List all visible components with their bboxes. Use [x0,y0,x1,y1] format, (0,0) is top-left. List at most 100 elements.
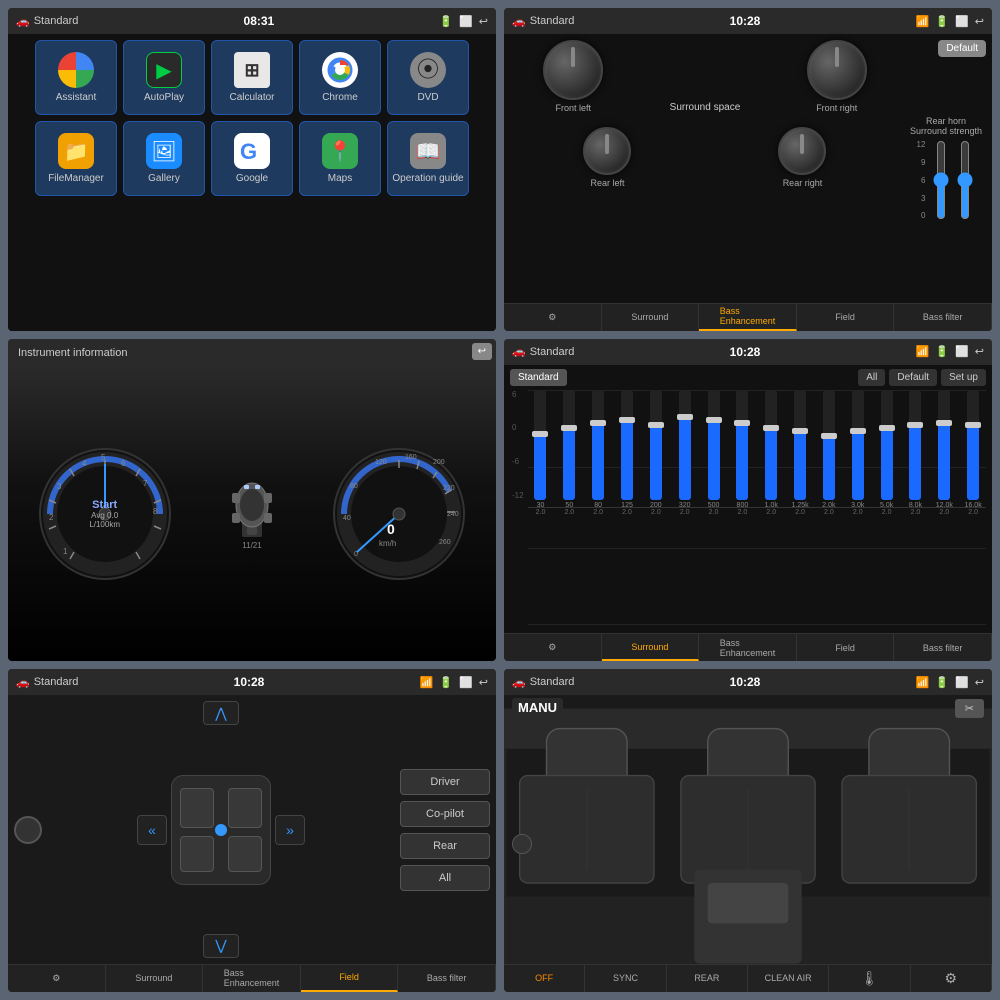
manu-rear-btn[interactable]: REAR [667,965,748,992]
tab-field-settings[interactable]: ⚙ [8,965,106,992]
tab-bass-enhancement[interactable]: BassEnhancement [699,304,797,331]
app-google[interactable]: G Google [211,121,293,196]
nav-up-button[interactable]: ⋀ [203,701,239,725]
battery-icon: 🔋 [439,15,453,28]
svg-text:40: 40 [343,515,351,522]
eq-all-btn[interactable]: All [858,369,885,386]
tab-eq-bass[interactable]: BassEnhancement [699,634,797,661]
eq-col-16k: 16.0k 2.0 [960,390,986,626]
tab-eq-settings[interactable]: ⚙ [504,634,602,661]
slider-1-input[interactable] [931,140,951,220]
panel-surround: 🚗 Standard 10:28 📶 🔋 ⬜ ↩ Default Front l… [504,8,992,331]
topbar-appgrid: 🚗 Standard 08:31 🔋 ⬜ ↩ [8,8,496,34]
gauge-tacho: 1 2 3 4 5 6 7 8 Start Avg 0.0 L/100km [35,444,175,584]
tab-field[interactable]: Field [797,304,895,331]
knob-rr[interactable] [778,127,826,175]
app-guide[interactable]: 📖 Operation guide [387,121,469,196]
eq-handle-12k[interactable] [936,420,952,426]
eq-handle-500[interactable] [706,417,722,423]
car-silhouette-area: 11/21 [212,477,292,550]
tab-eq-bassfilter[interactable]: Bass filter [894,634,992,661]
eq-handle-1k[interactable] [763,425,779,431]
app-assistant[interactable]: Assistant [35,40,117,115]
eq-handle-800[interactable] [734,420,750,426]
tab-surround-1[interactable]: ⚙ [504,304,602,331]
nav-left-button[interactable]: « [137,815,167,845]
instrument-title: Instrument information [18,347,127,359]
eq-handle-200[interactable] [648,422,664,428]
nav-down-button[interactable]: ⋁ [203,934,239,958]
app-autoplay[interactable]: ▶ AutoPlay [123,40,205,115]
svg-text:7: 7 [143,479,148,488]
eq-col-30: 30 2.0 [528,390,554,626]
manu-sync-btn[interactable]: SYNC [585,965,666,992]
eq-col-320: 320 2.0 [672,390,698,626]
default-button[interactable]: Default [938,40,986,57]
eq-right-buttons: All Default Set up [858,369,986,386]
eq-default-btn[interactable]: Default [889,369,937,386]
seat-copilot-btn[interactable]: Co-pilot [400,801,490,827]
manu-clean-air-btn[interactable]: CLEAN AIR [748,965,829,992]
nav-right-button[interactable]: » [275,815,305,845]
knob-rl[interactable] [583,127,631,175]
eq-handle-50[interactable] [561,425,577,431]
eq-handle-80[interactable] [590,420,606,426]
eq-handle-16k[interactable] [965,422,981,428]
manu-scissors-btn[interactable]: ✂ [955,699,984,718]
eq-handle-30[interactable] [532,431,548,437]
preset-standard-btn[interactable]: Standard [510,369,567,386]
eq-setup-btn[interactable]: Set up [941,369,986,386]
manu-temp-btn[interactable]: 🌡 [829,965,910,992]
eq-fill-5k [881,428,893,500]
tab-eq-surround[interactable]: Surround [602,634,700,661]
seat-driver-btn[interactable]: Driver [400,769,490,795]
app-dvd[interactable]: ⦿ DVD [387,40,469,115]
app-filemanager[interactable]: 📁 FileManager [35,121,117,196]
instrument-date: 11/21 [242,541,261,550]
eq-handle-2k[interactable] [821,433,837,439]
topbar-time-eq: 10:28 [730,345,761,359]
eq-handle-320[interactable] [677,414,693,420]
eq-handle-8k[interactable] [907,422,923,428]
eq-fill-125 [621,420,633,499]
app-assistant-icon [58,52,94,88]
eq-handle-1k25[interactable] [792,428,808,434]
app-maps[interactable]: 📍 Maps [299,121,381,196]
svg-text:1: 1 [63,547,68,556]
app-chrome[interactable]: Chrome [299,40,381,115]
eq-fill-12k [938,423,950,500]
knob-front-left: Front left [543,40,603,113]
battery-icon-field: 🔋 [439,676,453,689]
eq-col-800: 800 2.0 [729,390,755,626]
eq-sliders-grid: 30 2.0 50 2.0 80 2 [528,390,986,626]
manu-indicator [512,834,532,854]
slider-2-input[interactable] [955,140,975,220]
seat-rear-btn[interactable]: Rear [400,833,490,859]
tab-surround-btn[interactable]: Surround [602,304,700,331]
surround-bottom-tabs: ⚙ Surround BassEnhancement Field Bass fi… [504,303,992,331]
tab-field-bassfilter[interactable]: Bass filter [398,965,496,992]
instrument-back-button[interactable]: ↩ [472,343,492,360]
eq-handle-125[interactable] [619,417,635,423]
topbar-surround: 🚗 Standard 10:28 📶 🔋 ⬜ ↩ [504,8,992,34]
eq-handle-5k[interactable] [879,425,895,431]
app-maps-label: Maps [328,173,352,184]
manu-off-btn[interactable]: OFF [504,965,585,992]
tab-field-surround[interactable]: Surround [106,965,204,992]
app-google-icon: G [234,133,270,169]
panel-field: 🚗 Standard 10:28 📶 🔋 ⬜ ↩ ⋀ « [8,669,496,992]
eq-col-200: 200 2.0 [643,390,669,626]
app-gallery[interactable]: 🖼 Gallery [123,121,205,196]
knob-fr[interactable] [807,40,867,100]
tab-bass-filter[interactable]: Bass filter [894,304,992,331]
seat-all-btn[interactable]: All [400,865,490,891]
app-calculator[interactable]: ⊞ Calculator [211,40,293,115]
surround-content: Default Front left Surround space Front … [504,34,992,303]
tab-eq-field[interactable]: Field [797,634,895,661]
manu-settings-btn[interactable]: ⚙ [911,965,992,992]
tab-field-bass[interactable]: BassEnhancement [203,965,301,992]
knob-fl[interactable] [543,40,603,100]
topbar-time-appgrid: 08:31 [244,14,275,28]
tab-field-field[interactable]: Field [301,965,399,992]
eq-handle-3k[interactable] [850,428,866,434]
